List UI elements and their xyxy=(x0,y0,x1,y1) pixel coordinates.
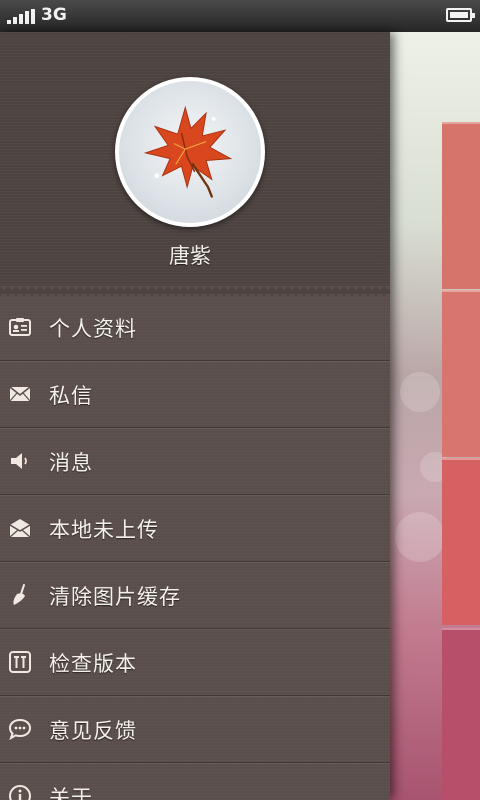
menu-item-messages[interactable]: 消息 xyxy=(0,428,390,495)
signal-icon xyxy=(7,9,35,24)
content-card[interactable] xyxy=(442,458,480,625)
broom-icon xyxy=(8,583,32,607)
network-type-label: 3G xyxy=(41,5,67,25)
menu-item-check-version[interactable]: 检查版本 xyxy=(0,629,390,696)
speech-bubble-icon xyxy=(8,717,32,741)
menu-item-local-unuploaded[interactable]: 本地未上传 xyxy=(0,495,390,562)
profile-header: 唐紫 xyxy=(0,32,390,294)
maple-leaf-avatar-icon xyxy=(143,105,233,198)
menu-item-label: 消息 xyxy=(49,451,93,475)
status-bar: 3G xyxy=(0,0,480,32)
menu-item-feedback[interactable]: 意见反馈 xyxy=(0,696,390,763)
menu-item-profile[interactable]: 个人资料 xyxy=(0,294,390,361)
menu-item-label: 本地未上传 xyxy=(49,518,159,542)
menu-item-label: 检查版本 xyxy=(49,652,137,676)
username[interactable]: 唐紫 xyxy=(0,240,380,270)
info-icon xyxy=(8,784,32,800)
content-card[interactable] xyxy=(442,628,480,800)
main-content-peek[interactable] xyxy=(390,32,480,800)
side-drawer: 唐紫 个人资料 私信 消息 本地未上传 清除图片缓存 检查版本 意见反馈 关于 xyxy=(0,32,390,800)
speaker-icon xyxy=(8,449,32,473)
menu-item-label: 清除图片缓存 xyxy=(49,585,181,609)
avatar[interactable] xyxy=(115,77,265,227)
menu-item-about[interactable]: 关于 xyxy=(0,763,390,800)
envelope-icon xyxy=(8,382,32,406)
version-check-icon xyxy=(8,650,32,674)
menu-item-clear-image-cache[interactable]: 清除图片缓存 xyxy=(0,562,390,629)
app-screen: 3G 唐紫 个人资料 私信 消息 本地未上传 清除图片缓存 检查版本 意见反馈 … xyxy=(0,0,480,800)
menu-item-private-message[interactable]: 私信 xyxy=(0,361,390,428)
id-card-icon xyxy=(8,315,32,339)
battery-icon xyxy=(446,8,475,22)
outbox-envelope-icon xyxy=(8,516,32,540)
menu-item-label: 关于 xyxy=(49,786,93,800)
menu-item-label: 个人资料 xyxy=(49,317,137,341)
drawer-menu: 个人资料 私信 消息 本地未上传 清除图片缓存 检查版本 意见反馈 关于 xyxy=(0,294,390,800)
menu-item-label: 意见反馈 xyxy=(49,719,137,743)
menu-item-label: 私信 xyxy=(49,384,93,408)
content-card[interactable] xyxy=(442,122,480,289)
content-card[interactable] xyxy=(442,290,480,457)
